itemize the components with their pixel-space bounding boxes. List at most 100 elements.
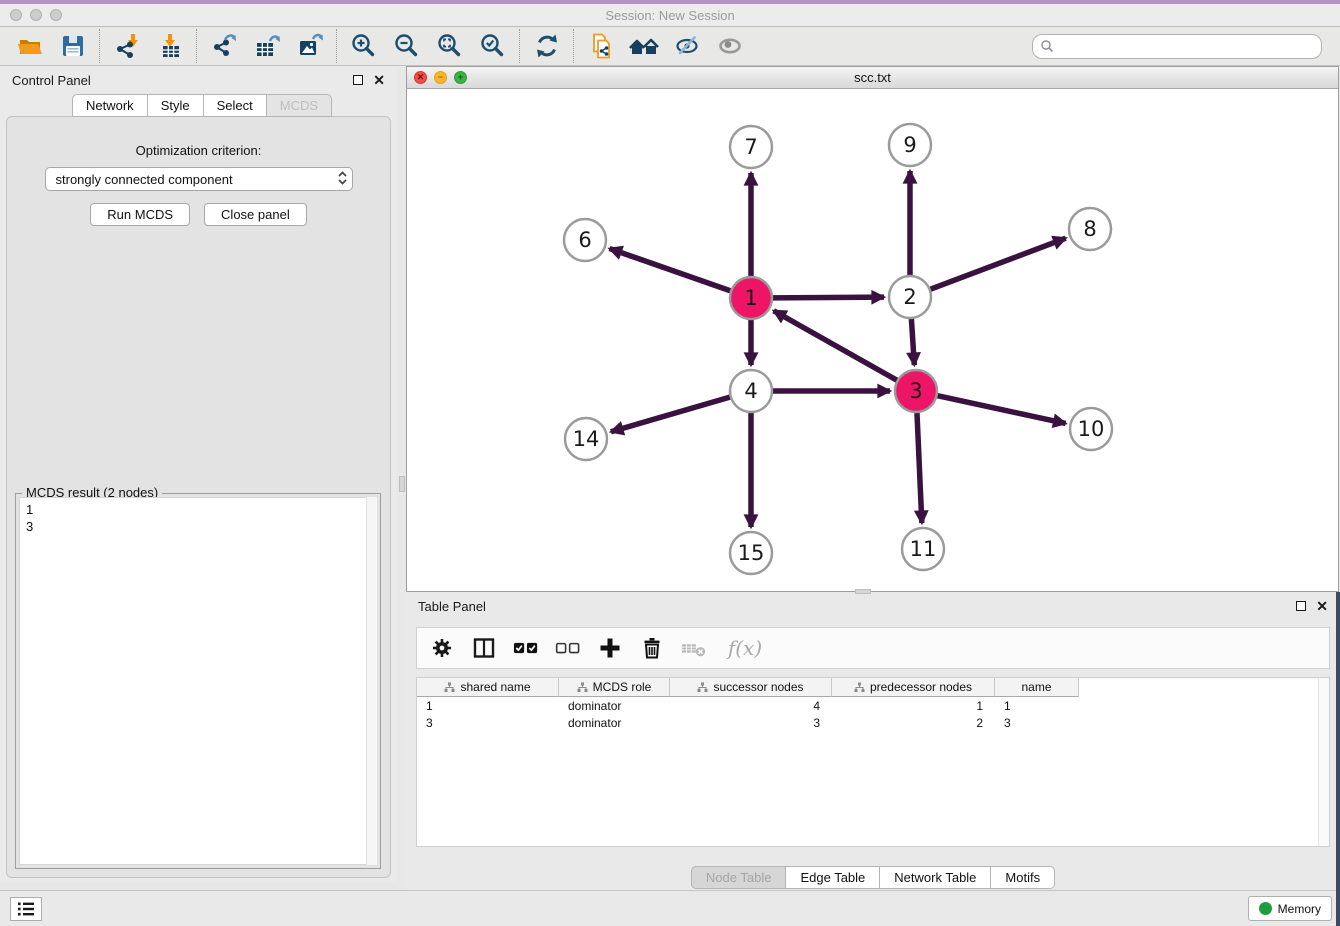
add-row-button[interactable] <box>597 635 623 661</box>
table-cell[interactable]: 1 <box>832 699 995 713</box>
criterion-dropdown[interactable]: strongly connected component <box>45 167 353 191</box>
save-icon <box>58 31 88 61</box>
mcds-result-scrollbar[interactable] <box>366 497 377 865</box>
network-maximize-icon[interactable]: + <box>454 71 467 84</box>
control-panel-header: Control Panel ✕ <box>0 66 397 94</box>
tab-network[interactable]: Network <box>72 94 147 117</box>
import-network-button[interactable] <box>105 29 148 63</box>
toolbar-separator <box>336 29 337 63</box>
column-header-shared-name[interactable]: shared name <box>417 678 559 697</box>
zoom-selected-icon <box>478 31 508 61</box>
deselect-all-rows-button[interactable] <box>555 635 581 661</box>
column-header-predecessor-nodes[interactable]: predecessor nodes <box>832 678 995 697</box>
apply-function-button[interactable]: f(x) <box>723 635 767 661</box>
graph-edge-3-11[interactable] <box>917 413 922 523</box>
optimization-criterion-label: Optimization criterion: <box>7 143 390 158</box>
desktop-edge <box>1336 592 1340 926</box>
network-canvas[interactable]: 7968124314101511 <box>407 89 1338 591</box>
show-all-button[interactable] <box>708 29 751 63</box>
float-panel-icon[interactable] <box>353 75 363 85</box>
graph-node-label-7: 7 <box>744 135 757 159</box>
float-table-panel-icon[interactable] <box>1296 601 1306 611</box>
zoom-fit-button[interactable] <box>428 29 471 63</box>
table-panel-title: Table Panel <box>418 599 486 614</box>
table-row[interactable]: 3dominator323 <box>417 714 1329 731</box>
tab-mcds[interactable]: MCDS <box>266 94 332 117</box>
task-history-button[interactable] <box>10 897 42 921</box>
column-header-mcds-role[interactable]: MCDS role <box>559 678 670 697</box>
node-table[interactable]: shared name MCDS role successor nodes pr… <box>416 677 1330 847</box>
tab-style[interactable]: Style <box>147 94 203 117</box>
table-cell[interactable]: 4 <box>670 699 832 713</box>
tab-select[interactable]: Select <box>203 94 266 117</box>
tab-node-table[interactable]: Node Table <box>691 866 786 889</box>
control-panel-tabs: Network Style Select MCDS <box>72 94 397 117</box>
columns-icon <box>472 636 496 660</box>
close-panel-button[interactable]: Close panel <box>204 203 307 226</box>
table-cell[interactable]: 1 <box>417 699 559 713</box>
horizontal-splitter-handle[interactable] <box>855 589 871 594</box>
close-panel-icon[interactable]: ✕ <box>373 75 385 85</box>
run-mcds-button[interactable]: Run MCDS <box>90 203 190 226</box>
zoom-fit-icon <box>435 31 465 61</box>
table-cell[interactable]: 3 <box>417 716 559 730</box>
criterion-value: strongly connected component <box>56 172 233 187</box>
graph-node-label-14: 14 <box>573 427 600 451</box>
open-session-button[interactable] <box>8 29 51 63</box>
tab-network-table[interactable]: Network Table <box>879 866 990 889</box>
table-cell[interactable]: 1 <box>995 699 1079 713</box>
select-all-rows-button[interactable] <box>513 635 539 661</box>
table-settings-button[interactable] <box>429 635 455 661</box>
fx-icon: f(x) <box>728 636 762 660</box>
refresh-view-button[interactable] <box>525 29 568 63</box>
table-cell[interactable]: 2 <box>832 716 995 730</box>
table-cell[interactable]: dominator <box>559 699 670 713</box>
search-field[interactable] <box>1032 34 1322 59</box>
column-header-successor-nodes[interactable]: successor nodes <box>670 678 832 697</box>
table-cell[interactable]: 3 <box>670 716 832 730</box>
export-image-button[interactable] <box>288 29 331 63</box>
table-scrollbar[interactable] <box>1318 678 1329 846</box>
network-minimize-icon[interactable]: − <box>434 71 447 84</box>
zoom-selected-button[interactable] <box>471 29 514 63</box>
graph-edge-1-6[interactable] <box>610 249 731 291</box>
tab-edge-table[interactable]: Edge Table <box>785 866 879 889</box>
save-session-button[interactable] <box>51 29 94 63</box>
network-window-titlebar[interactable]: scc.txt ✕ − + <box>407 67 1338 89</box>
export-table-button[interactable] <box>245 29 288 63</box>
zoom-in-button[interactable] <box>342 29 385 63</box>
hide-selected-button[interactable] <box>665 29 708 63</box>
graph-edge-1-2[interactable] <box>773 297 884 298</box>
graph-edge-4-14[interactable] <box>611 397 730 432</box>
import-table-button[interactable] <box>148 29 191 63</box>
attribute-icon <box>577 682 588 693</box>
memory-button[interactable]: Memory <box>1248 896 1332 921</box>
tab-motifs[interactable]: Motifs <box>990 866 1055 889</box>
search-input[interactable] <box>1054 39 1314 54</box>
graph-edge-3-10[interactable] <box>937 396 1065 424</box>
vertical-splitter-handle[interactable] <box>399 476 405 492</box>
graph-edge-3-1[interactable] <box>774 311 897 380</box>
graph-edge-2-3[interactable] <box>911 319 914 365</box>
mcds-result-group: MCDS result (2 nodes) 1 3 <box>15 493 381 869</box>
table-body: 1dominator4113dominator323 <box>417 697 1329 731</box>
toolbar-separator <box>573 29 574 63</box>
table-cell[interactable]: dominator <box>559 716 670 730</box>
network-close-icon[interactable]: ✕ <box>414 71 427 84</box>
delete-table-button[interactable] <box>681 635 707 661</box>
toggle-columns-button[interactable] <box>471 635 497 661</box>
export-network-button[interactable] <box>202 29 245 63</box>
column-header-name[interactable]: name <box>995 678 1079 697</box>
network-graph[interactable]: 7968124314101511 <box>407 89 1338 591</box>
table-cell[interactable]: 3 <box>995 716 1079 730</box>
duplicate-network-button[interactable] <box>579 29 622 63</box>
mcds-result-text[interactable]: 1 3 <box>19 497 377 865</box>
neighbors-button[interactable] <box>622 29 665 63</box>
network-view-window: scc.txt ✕ − + 7968124314101511 <box>406 66 1339 592</box>
table-panel-header: Table Panel ✕ <box>406 592 1340 620</box>
table-row[interactable]: 1dominator411 <box>417 697 1329 714</box>
zoom-out-button[interactable] <box>385 29 428 63</box>
close-table-panel-icon[interactable]: ✕ <box>1316 601 1328 611</box>
delete-rows-button[interactable] <box>639 635 665 661</box>
graph-edge-2-8[interactable] <box>931 238 1066 289</box>
